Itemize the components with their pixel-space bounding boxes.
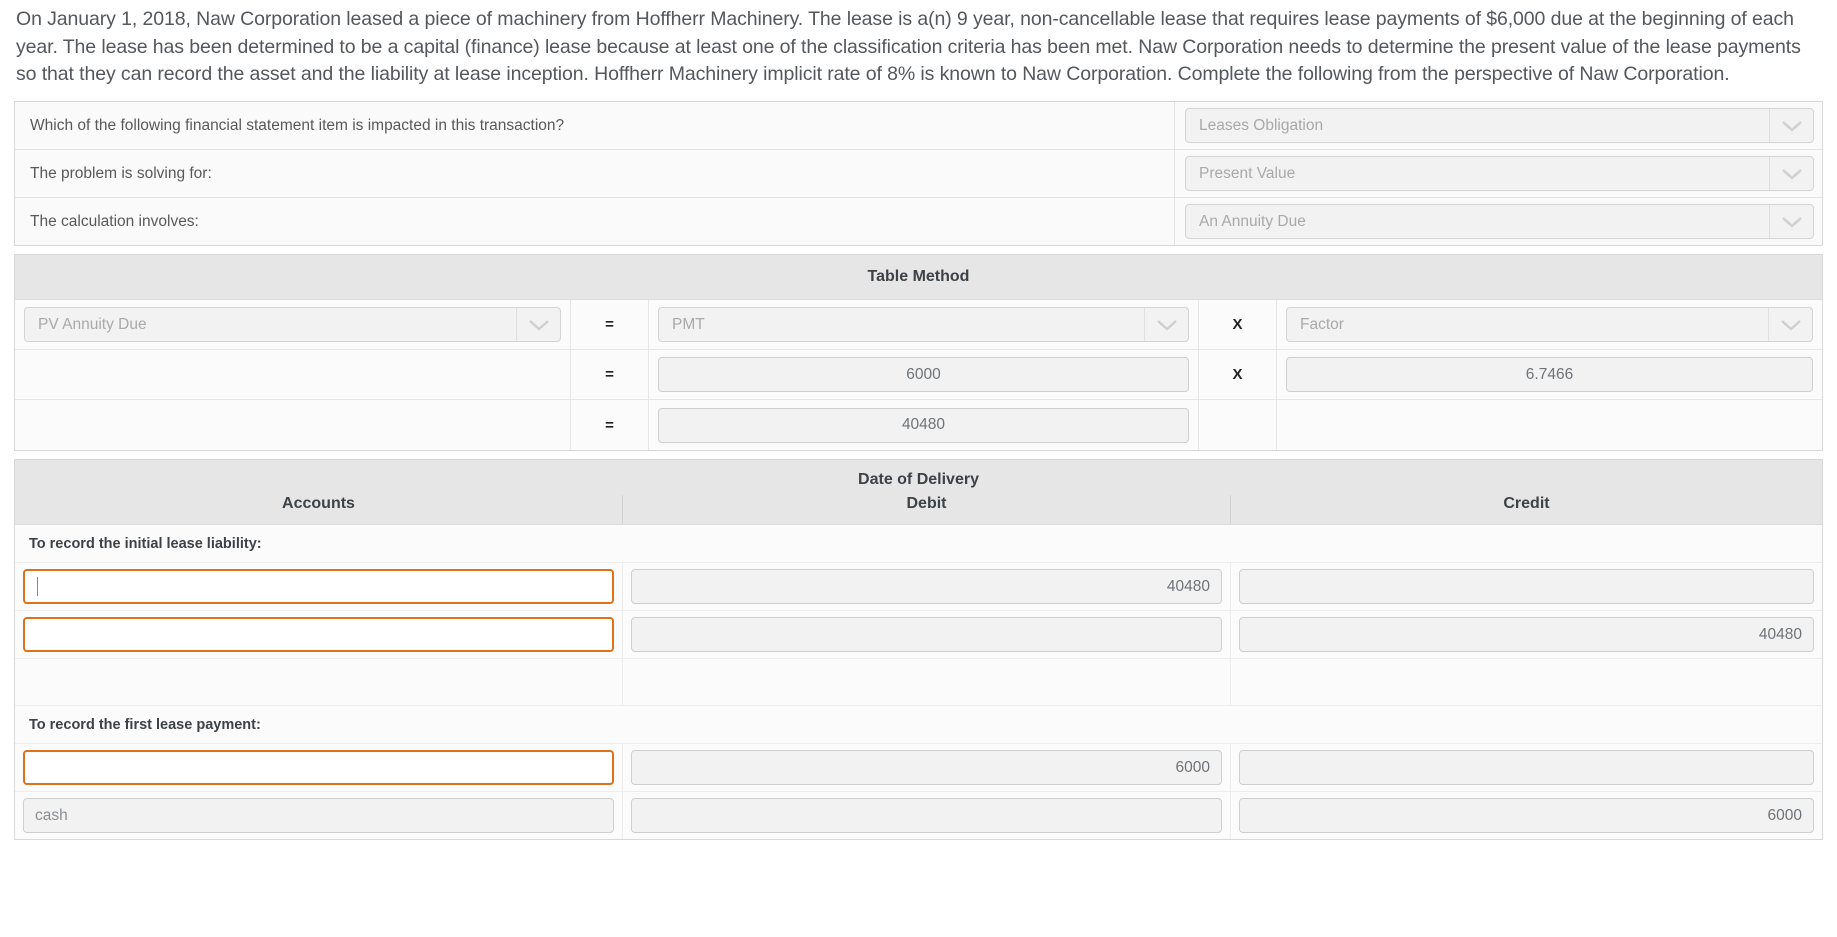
credit-cell-empty — [1231, 659, 1822, 705]
chevron-down-icon[interactable] — [1768, 308, 1812, 342]
pmt-value-input[interactable]: 6000 — [658, 357, 1189, 393]
select-value: PV Annuity Due — [38, 315, 147, 333]
tm-cell-pmt: PMT — [649, 300, 1199, 350]
question-row: The calculation involves: An Annuity Due — [15, 198, 1822, 246]
operator-equals: = — [571, 300, 649, 350]
table-method-row: PV Annuity Due = PMT X Factor — [15, 300, 1822, 351]
operator-equals: = — [571, 350, 649, 400]
account-name-input[interactable] — [23, 750, 614, 786]
tm-cell-pmt-value: 6000 — [649, 350, 1199, 400]
account-cell: cash — [15, 792, 623, 840]
debit-cell — [623, 792, 1231, 840]
select-value: Leases Obligation — [1199, 116, 1324, 134]
debit-cell: 40480 — [623, 563, 1231, 611]
factor-select[interactable]: Factor — [1286, 307, 1813, 343]
operator-multiply: X — [1199, 300, 1277, 350]
table-method-row: = 6000 X 6.7466 — [15, 350, 1822, 401]
column-header-credit: Credit — [1503, 495, 1550, 513]
tm-cell-factor: Factor — [1277, 300, 1822, 349]
question-field: An Annuity Due — [1175, 198, 1822, 246]
account-cell-empty — [15, 659, 623, 706]
credit-cell — [1231, 744, 1822, 791]
journal-group-caption: To record the first lease payment: — [15, 706, 1822, 745]
journal-title: Date of Delivery — [15, 460, 1822, 496]
pmt-select[interactable]: PMT — [658, 307, 1189, 343]
debit-cell-empty — [623, 659, 1231, 706]
credit-amount-input[interactable]: 40480 — [1239, 617, 1814, 653]
financial-statement-item-select[interactable]: Leases Obligation — [1185, 108, 1814, 144]
operator-equals: = — [571, 400, 649, 451]
debit-cell — [623, 611, 1231, 659]
credit-cell — [1231, 563, 1822, 610]
chevron-down-icon[interactable] — [1769, 205, 1813, 239]
pv-annuity-due-select[interactable]: PV Annuity Due — [24, 307, 561, 343]
debit-amount-input[interactable] — [631, 798, 1222, 834]
account-name-input[interactable]: cash — [23, 798, 614, 834]
calculation-involves-select[interactable]: An Annuity Due — [1185, 204, 1814, 240]
question-row: Which of the following financial stateme… — [15, 102, 1822, 151]
chevron-down-icon[interactable] — [516, 308, 560, 342]
problem-statement: On January 1, 2018, Naw Corporation leas… — [16, 8, 1801, 86]
tm-cell-formula: PV Annuity Due — [15, 300, 571, 350]
credit-cell: 6000 — [1231, 792, 1822, 839]
tm-cell-empty — [15, 350, 571, 400]
problem-solving-for-select[interactable]: Present Value — [1185, 156, 1814, 192]
question-field: Leases Obligation — [1175, 102, 1822, 150]
credit-amount-input[interactable] — [1239, 750, 1814, 786]
account-name-input-focused[interactable] — [23, 569, 614, 605]
select-value: PMT — [672, 315, 705, 333]
credit-cell: 40480 — [1231, 611, 1822, 658]
account-cell — [15, 744, 623, 792]
column-header-accounts: Accounts — [15, 495, 623, 525]
table-method-row: = 40480 — [15, 400, 1822, 451]
tm-cell-empty — [15, 400, 571, 451]
question-row: The problem is solving for: Present Valu… — [15, 150, 1822, 199]
table-method-title: Table Method — [15, 255, 1822, 301]
journal-header-row: Accounts Debit Credit — [15, 495, 1822, 526]
question-label: Which of the following financial stateme… — [15, 102, 1175, 150]
journal-entry-row-spacer — [15, 659, 1822, 707]
operator-blank — [1199, 400, 1277, 451]
account-name-input[interactable] — [23, 617, 614, 653]
present-value-result-input[interactable]: 40480 — [658, 407, 1189, 443]
select-value: Present Value — [1199, 164, 1296, 182]
journal-entry-row: 40480 — [15, 611, 1822, 660]
journal-entry-row: cash 6000 — [15, 792, 1822, 840]
questions-panel: Which of the following financial stateme… — [14, 101, 1823, 247]
credit-amount-input[interactable] — [1239, 569, 1814, 605]
credit-amount-input[interactable]: 6000 — [1239, 798, 1814, 834]
select-value: Factor — [1300, 315, 1344, 333]
account-cell — [15, 611, 623, 659]
journal-entry-panel: Date of Delivery Accounts Debit Credit T… — [14, 459, 1823, 841]
debit-amount-input[interactable] — [631, 617, 1222, 653]
question-field: Present Value — [1175, 150, 1822, 198]
chevron-down-icon[interactable] — [1144, 308, 1188, 342]
operator-multiply: X — [1199, 350, 1277, 400]
chevron-down-icon[interactable] — [1769, 109, 1813, 143]
tm-cell-factor-value: 6.7466 — [1277, 350, 1822, 399]
account-cell — [15, 563, 623, 611]
debit-amount-input[interactable]: 40480 — [631, 569, 1222, 605]
question-label: The problem is solving for: — [15, 150, 1175, 198]
select-value: An Annuity Due — [1199, 212, 1306, 230]
question-label: The calculation involves: — [15, 198, 1175, 246]
journal-group-caption: To record the initial lease liability: — [15, 525, 1822, 564]
journal-entry-row: 6000 — [15, 744, 1822, 793]
tm-cell-empty — [1277, 400, 1822, 450]
table-method-panel: Table Method PV Annuity Due = PMT X Fact… — [14, 254, 1823, 452]
debit-amount-input[interactable]: 6000 — [631, 750, 1222, 786]
debit-cell: 6000 — [623, 744, 1231, 792]
text-caret — [37, 577, 38, 597]
tm-cell-result: 40480 — [649, 400, 1199, 451]
journal-entry-row: 40480 — [15, 563, 1822, 612]
column-header-debit: Debit — [623, 495, 1231, 525]
factor-value-input[interactable]: 6.7466 — [1286, 357, 1813, 393]
chevron-down-icon[interactable] — [1769, 157, 1813, 191]
